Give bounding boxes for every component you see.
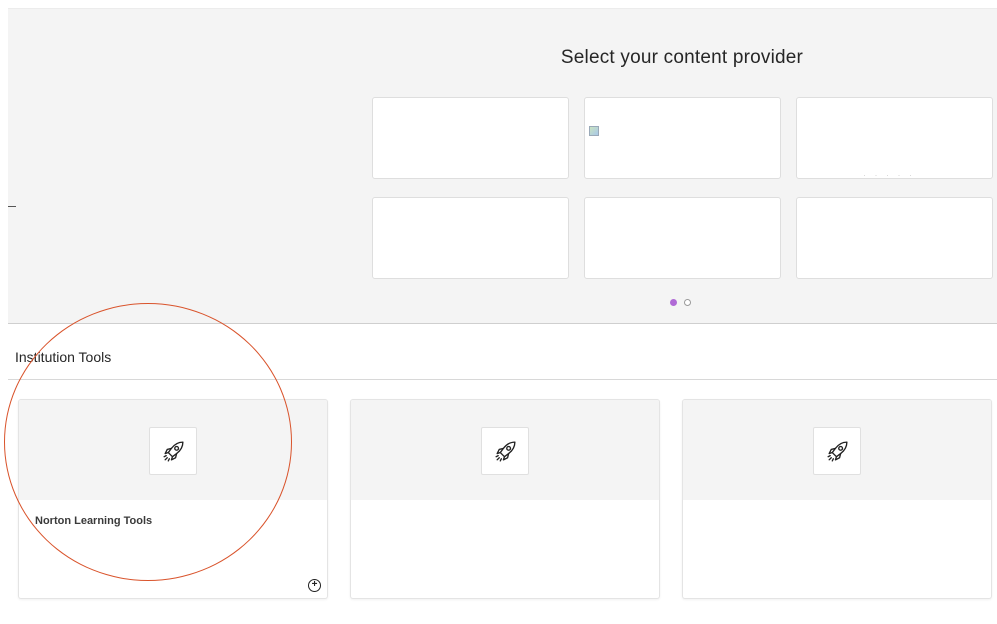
provider-tile[interactable] — [584, 197, 781, 279]
broken-image-icon — [589, 126, 599, 136]
provider-tile[interactable] — [372, 197, 569, 279]
provider-section-title: Select your content provider — [560, 47, 804, 68]
provider-tile[interactable] — [372, 97, 569, 179]
provider-tile[interactable] — [796, 197, 993, 279]
tool-icon-box — [481, 427, 529, 475]
tool-icon-box — [813, 427, 861, 475]
content-provider-panel: Select your content provider · · · · · — [8, 8, 997, 324]
rocket-icon — [495, 441, 516, 462]
institution-tools-header: Institution Tools — [15, 349, 112, 365]
panel-edge-marker — [8, 206, 16, 207]
tool-card[interactable] — [682, 399, 992, 599]
rocket-icon — [827, 441, 848, 462]
card-header-area — [351, 400, 659, 500]
tool-card-title: Norton Learning Tools — [35, 515, 153, 527]
provider-grid: · · · · · — [372, 97, 994, 281]
section-divider — [8, 379, 997, 380]
provider-tile-faint-logo: · · · · · — [863, 170, 915, 180]
provider-tile[interactable]: · · · · · — [796, 97, 993, 180]
info-circle-icon[interactable]: + — [308, 579, 321, 592]
card-header-area — [19, 400, 327, 500]
tool-card[interactable] — [350, 399, 660, 599]
tool-card-norton-learning-tools[interactable]: Norton Learning Tools + — [18, 399, 328, 599]
tool-icon-box — [149, 427, 197, 475]
rocket-icon — [163, 441, 184, 462]
provider-tile[interactable] — [584, 97, 781, 179]
page: Select your content provider · · · · · I… — [0, 0, 997, 624]
pager-dot[interactable] — [684, 299, 691, 306]
card-header-area — [683, 400, 991, 500]
pager-dot-active[interactable] — [670, 299, 677, 306]
